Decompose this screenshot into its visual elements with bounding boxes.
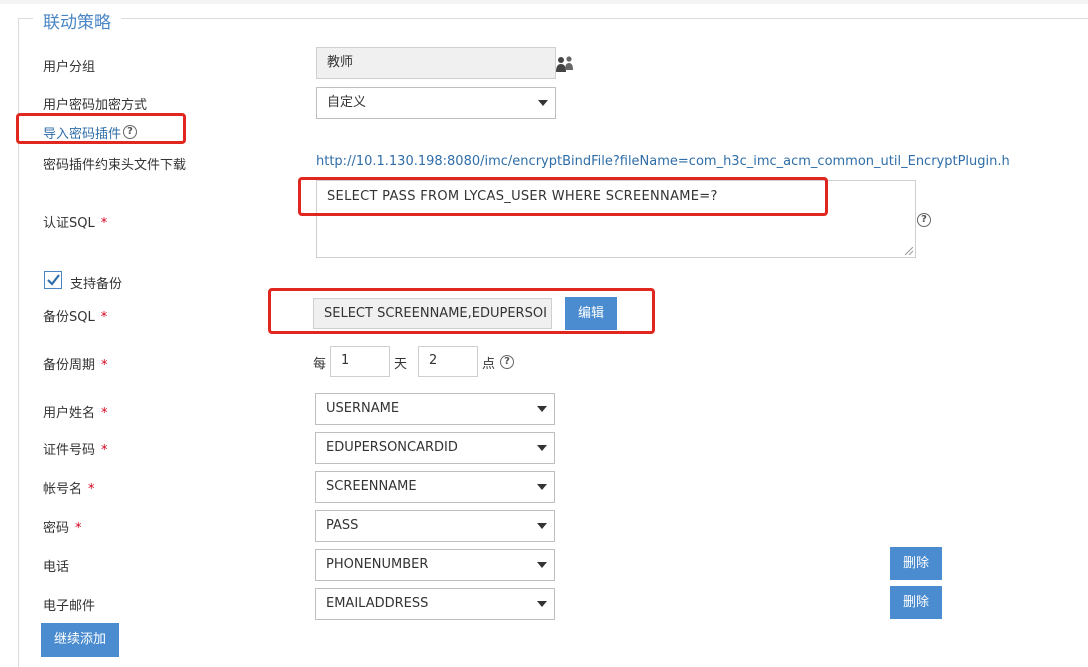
chevron-down-icon bbox=[538, 100, 548, 106]
support-backup-checkbox[interactable] bbox=[44, 271, 62, 289]
chevron-down-icon bbox=[537, 484, 547, 490]
password-value: PASS bbox=[326, 518, 359, 533]
help-icon[interactable]: ? bbox=[123, 125, 137, 139]
phone-select[interactable]: PHONENUMBER bbox=[315, 549, 555, 581]
backup-sql-label: 备份SQL * bbox=[43, 310, 108, 325]
email-select[interactable]: EMAILADDRESS bbox=[315, 588, 555, 620]
day-unit-label: 天 bbox=[394, 357, 408, 372]
checkmark-icon bbox=[47, 274, 60, 286]
account-name-value: SCREENNAME bbox=[326, 479, 417, 494]
support-backup-label: 支持备份 bbox=[70, 277, 123, 292]
top-strip bbox=[0, 0, 1088, 4]
required-mark: * bbox=[88, 482, 95, 497]
backup-period-label: 备份周期 * bbox=[43, 358, 108, 373]
user-group-icon[interactable] bbox=[555, 55, 575, 73]
encrypt-method-select[interactable]: 自定义 bbox=[316, 87, 556, 119]
plugin-download-link[interactable]: http://10.1.130.198:8080/imc/encryptBind… bbox=[316, 154, 1086, 169]
account-name-label: 帐号名 * bbox=[43, 482, 95, 497]
password-label: 密码 * bbox=[43, 521, 82, 536]
user-group-field[interactable]: 教师 bbox=[316, 47, 556, 79]
delete-email-button[interactable]: 删除 bbox=[890, 586, 942, 619]
backup-hour-input[interactable]: 2 bbox=[418, 346, 478, 377]
encrypt-method-label: 用户密码加密方式 bbox=[43, 98, 148, 113]
resize-grip-icon[interactable] bbox=[905, 247, 913, 255]
help-icon[interactable]: ? bbox=[917, 213, 931, 227]
id-number-select[interactable]: EDUPERSONCARDID bbox=[315, 432, 555, 464]
id-number-label: 证件号码 * bbox=[43, 443, 108, 458]
chevron-down-icon bbox=[537, 562, 547, 568]
user-group-label: 用户分组 bbox=[43, 60, 96, 75]
phone-value: PHONENUMBER bbox=[326, 557, 429, 572]
delete-phone-button[interactable]: 删除 bbox=[890, 547, 942, 580]
import-plugin-link[interactable]: 导入密码插件 bbox=[43, 123, 121, 142]
continue-add-button[interactable]: 继续添加 bbox=[41, 623, 119, 657]
edit-button[interactable]: 编辑 bbox=[565, 297, 617, 330]
backup-day-input[interactable]: 1 bbox=[330, 346, 390, 377]
chevron-down-icon bbox=[537, 406, 547, 412]
id-number-value: EDUPERSONCARDID bbox=[326, 440, 458, 455]
required-mark: * bbox=[101, 406, 108, 421]
required-mark: * bbox=[100, 216, 108, 231]
required-mark: * bbox=[75, 521, 82, 536]
user-name-value: USERNAME bbox=[326, 401, 400, 416]
hour-unit-label: 点 bbox=[482, 357, 496, 372]
help-icon[interactable]: ? bbox=[500, 355, 514, 369]
chevron-down-icon bbox=[537, 523, 547, 529]
password-select[interactable]: PASS bbox=[315, 510, 555, 542]
email-value: EMAILADDRESS bbox=[326, 596, 429, 611]
auth-sql-label: 认证SQL * bbox=[43, 216, 108, 231]
highlight-box-auth-sql bbox=[298, 177, 828, 216]
every-label: 每 bbox=[313, 357, 327, 372]
fieldset-border-top bbox=[18, 18, 1088, 19]
user-name-label: 用户姓名 * bbox=[43, 406, 108, 421]
required-mark: * bbox=[101, 358, 108, 373]
section-legend: 联动策略 bbox=[33, 8, 121, 33]
account-name-select[interactable]: SCREENNAME bbox=[315, 471, 555, 503]
chevron-down-icon bbox=[537, 601, 547, 607]
phone-label: 电话 bbox=[43, 560, 70, 575]
required-mark: * bbox=[100, 310, 108, 325]
required-mark: * bbox=[101, 443, 108, 458]
chevron-down-icon bbox=[537, 445, 547, 451]
encrypt-method-value: 自定义 bbox=[327, 95, 367, 110]
email-label: 电子邮件 bbox=[43, 599, 96, 614]
user-name-select[interactable]: USERNAME bbox=[315, 393, 555, 425]
backup-sql-field[interactable]: SELECT SCREENNAME,EDUPERSOI bbox=[313, 298, 552, 329]
plugin-download-label: 密码插件约束头文件下载 bbox=[43, 158, 187, 173]
